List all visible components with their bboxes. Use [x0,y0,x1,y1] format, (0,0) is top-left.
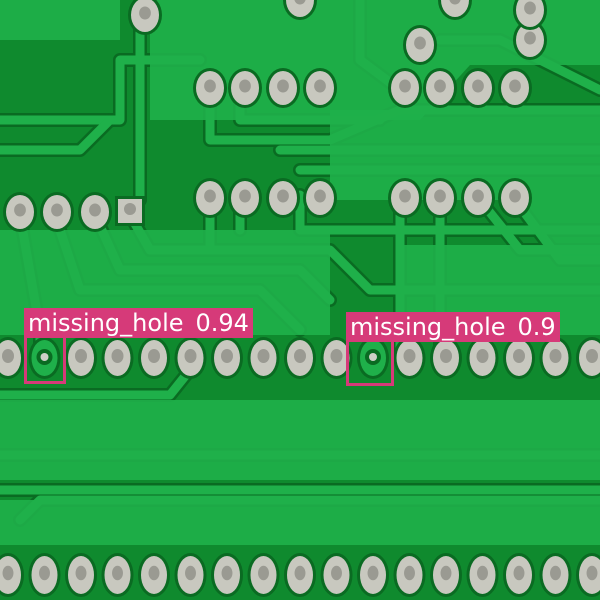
solder-pad [303,178,337,218]
solder-pad [388,178,422,218]
detection-label-missing-hole: missing_hole 0.9 [346,312,560,342]
solder-pad [539,337,572,379]
solder-pad [461,68,495,108]
solder-pad [423,68,457,108]
solder-pad [503,553,535,597]
copper-plane [0,0,120,40]
solder-pad [498,178,532,218]
solder-pad [40,192,74,232]
solder-pad [193,178,227,218]
solder-pad [266,68,300,108]
solder-pad [174,553,207,597]
pcb-board-illustration [0,0,600,600]
solder-pad [247,553,280,597]
solder-pad [65,337,97,379]
copper-plane [0,500,600,545]
pcb-image: missing_hole 0.94 missing_hole 0.9 [0,0,600,600]
solder-pad [78,192,112,232]
detection-class: missing_hole [28,309,184,337]
solder-pad [247,337,280,379]
detection-box-missing-hole [346,338,394,386]
solder-pad [228,68,262,108]
solder-pad [320,553,353,597]
solder-pad [284,553,316,597]
detection-score: 0.94 [195,309,249,337]
solder-pad [539,553,572,597]
detection-class: missing_hole [350,313,506,341]
solder-pad-square [115,196,145,226]
solder-pad [138,337,170,379]
solder-pad [28,553,61,597]
solder-pad [138,553,170,597]
copper-plane [0,400,600,480]
solder-pad [101,553,134,597]
solder-pad [193,68,227,108]
solder-pad [357,553,389,597]
solder-pad [266,178,300,218]
solder-pad [101,337,134,379]
solder-pad [65,553,97,597]
detection-label-missing-hole: missing_hole 0.94 [24,308,253,338]
detection-score: 0.9 [517,313,556,341]
solder-pad [430,337,462,379]
solder-pad [403,25,437,65]
solder-pad [498,68,532,108]
detection-box-missing-hole [24,334,66,384]
solder-pad [174,337,207,379]
solder-pad [211,337,243,379]
solder-pad [503,337,535,379]
solder-pad [430,553,462,597]
solder-pad [466,553,499,597]
solder-pad [211,553,243,597]
solder-pad [388,68,422,108]
solder-pad [3,192,37,232]
solder-pad [228,178,262,218]
solder-pad [393,337,426,379]
solder-pad [303,68,337,108]
solder-pad [461,178,495,218]
solder-pad [393,553,426,597]
solder-pad [423,178,457,218]
solder-pad [466,337,499,379]
solder-pad [284,337,316,379]
